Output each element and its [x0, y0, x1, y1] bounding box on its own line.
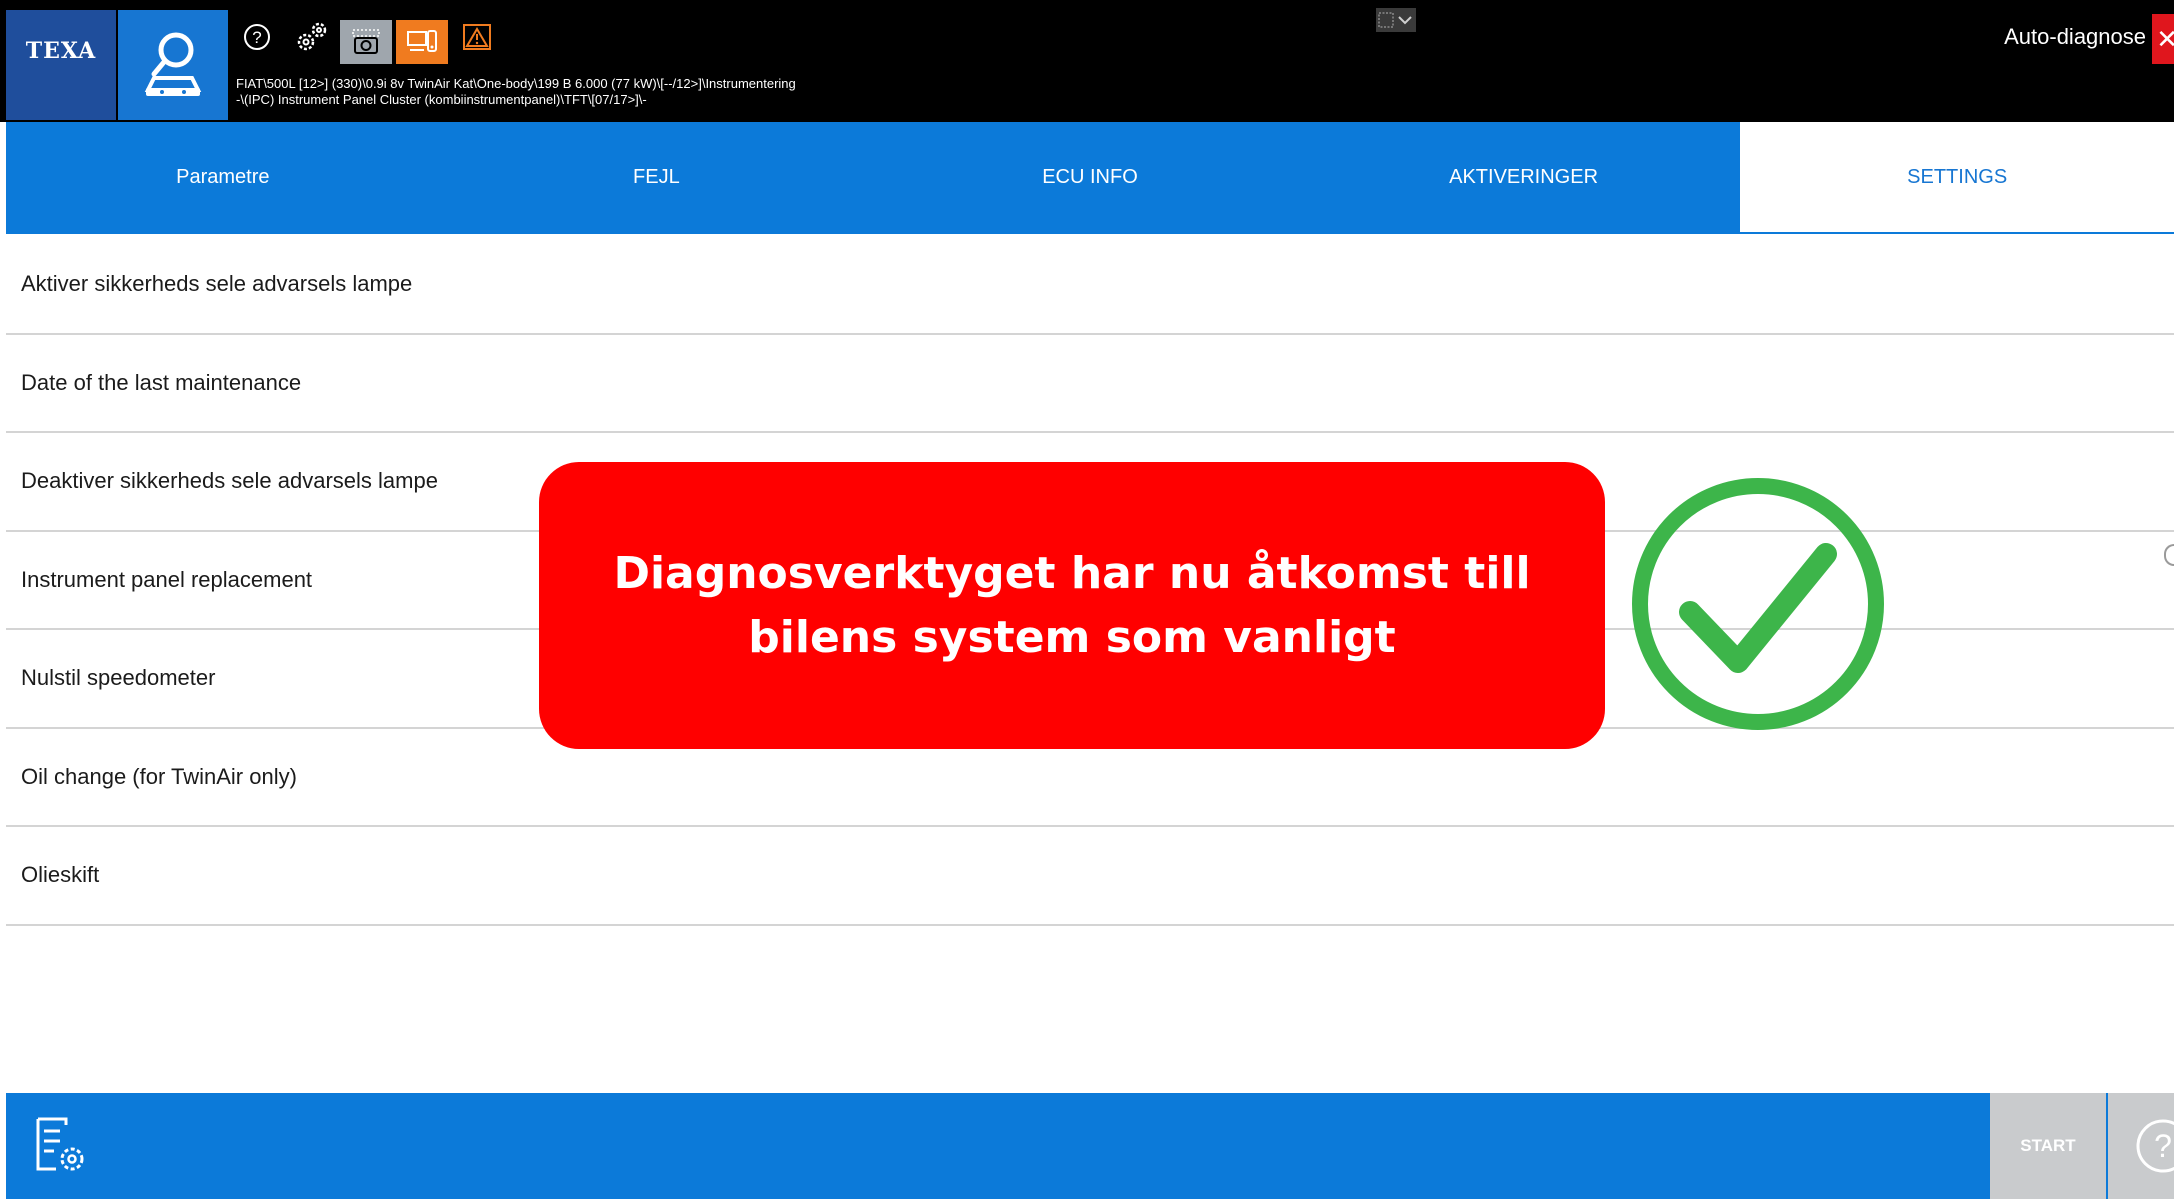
settings-list-button[interactable] — [34, 1115, 90, 1177]
autodiagnosis-button[interactable] — [118, 10, 228, 120]
close-button[interactable]: ✕ — [2152, 14, 2174, 64]
list-item[interactable]: Olieskift — [6, 827, 2174, 926]
help-icon[interactable]: ? — [240, 20, 274, 54]
tab-settings[interactable]: SETTINGS — [1740, 122, 2174, 232]
breadcrumb-line-1: FIAT\500L [12>] (330)\0.9i 8v TwinAir Ka… — [236, 76, 796, 91]
list-item[interactable]: Aktiver sikkerheds sele advarsels lampe — [6, 236, 2174, 335]
texa-logo: TEXA — [6, 10, 116, 120]
check-circle-icon — [1632, 478, 1884, 730]
device-link-button[interactable] — [396, 20, 448, 64]
magnifier-car-icon — [144, 32, 202, 96]
svg-text:?: ? — [252, 28, 261, 47]
top-header: TEXA ? FIAT\500L [12>] (330)\0.9i 8v Twi… — [0, 0, 2174, 122]
gears-icon[interactable] — [295, 20, 329, 54]
tab-fejl[interactable]: FEJL — [440, 122, 874, 232]
tab-bar: Parametre FEJL ECU INFO AKTIVERINGER SET… — [6, 122, 2174, 234]
page-title: Auto-diagnose — [2004, 24, 2146, 49]
list-gear-icon — [36, 1117, 84, 1171]
info-callout: Diagnosverktyget har nu åtkomst till bil… — [539, 462, 1605, 749]
callout-text: Diagnosverktyget har nu åtkomst till bil… — [613, 547, 1531, 663]
tab-ecu-info[interactable]: ECU INFO — [873, 122, 1307, 232]
list-item[interactable]: Date of the last maintenance — [6, 335, 2174, 433]
breadcrumb-line-2: -\(IPC) Instrument Panel Cluster (kombii… — [236, 92, 647, 107]
warning-triangle-icon[interactable] — [460, 20, 494, 54]
start-button[interactable]: START — [1990, 1093, 2106, 1199]
device-link-icon — [407, 30, 437, 52]
close-icon: ✕ — [2156, 23, 2174, 54]
vehicle-breadcrumb: FIAT\500L [12>] (330)\0.9i 8v TwinAir Ka… — [236, 76, 796, 108]
svg-text:?: ? — [2154, 1128, 2172, 1164]
tab-parametre[interactable]: Parametre — [6, 122, 440, 232]
help-button[interactable]: ? — [2108, 1093, 2174, 1199]
tab-aktiveringer[interactable]: AKTIVERINGER — [1307, 122, 1741, 232]
bottom-toolbar: START ? — [6, 1093, 2174, 1199]
layout-toggle-button[interactable] — [1376, 8, 1416, 32]
camera-icon — [352, 29, 380, 54]
screenshot-button[interactable] — [340, 20, 392, 64]
grid-chevron-icon — [1378, 12, 1412, 28]
question-circle-icon: ? — [2136, 1119, 2174, 1173]
